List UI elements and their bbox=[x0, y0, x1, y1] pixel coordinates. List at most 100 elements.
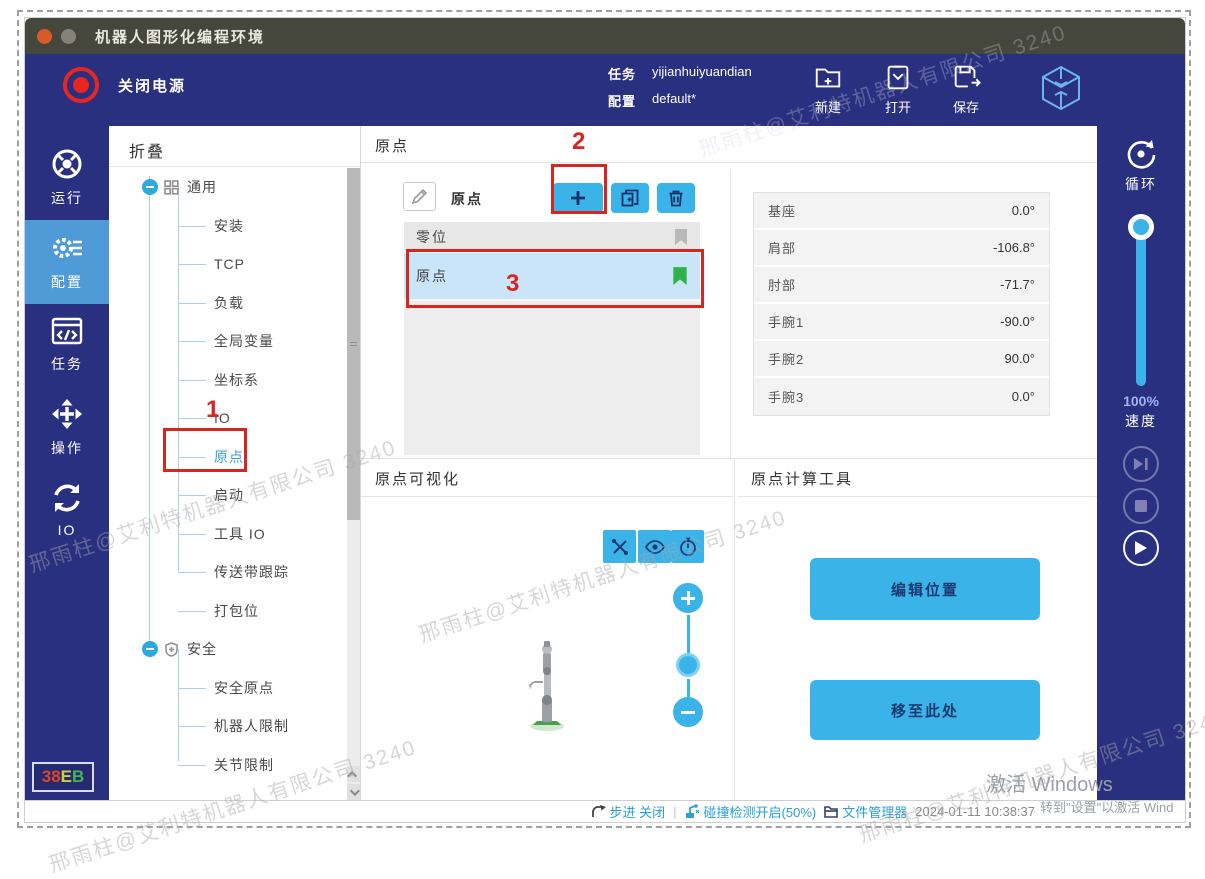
open-label: 打开 bbox=[885, 97, 911, 116]
bookmark-icon[interactable] bbox=[674, 228, 688, 246]
minimize-icon[interactable] bbox=[61, 29, 76, 44]
speed-slider-handle[interactable] bbox=[1128, 214, 1154, 240]
header: 关闭电源 任务 yijianhuiyuandian 配置 default* 新建… bbox=[25, 54, 1185, 126]
tree-item-global-vars[interactable]: 全局变量 bbox=[109, 322, 344, 361]
table-row: 肩部-106.8° bbox=[754, 230, 1049, 267]
zoom-in-button[interactable] bbox=[673, 583, 703, 613]
stop-button[interactable] bbox=[1123, 488, 1159, 524]
close-icon[interactable] bbox=[37, 29, 52, 44]
right-rail: 循环 100% 速度 bbox=[1097, 126, 1185, 800]
tree-item-robot-limits[interactable]: 机器人限制 bbox=[109, 707, 344, 746]
power-label: 关闭电源 bbox=[118, 75, 186, 96]
zoom-slider-handle[interactable] bbox=[676, 653, 700, 677]
body: 运行 配置 任务 bbox=[25, 126, 1185, 800]
zoom-slider-track[interactable] bbox=[687, 679, 690, 697]
eye-icon bbox=[645, 540, 665, 554]
edit-pencil-icon bbox=[411, 188, 428, 205]
table-row: 手腕30.0° bbox=[754, 378, 1049, 415]
divider bbox=[361, 162, 1097, 163]
add-origin-button[interactable] bbox=[553, 183, 603, 213]
bookmark-icon-active[interactable] bbox=[672, 266, 688, 286]
rename-origin-button[interactable] bbox=[403, 182, 436, 211]
zoom-out-button[interactable] bbox=[673, 697, 703, 727]
status-badge: 38EB bbox=[32, 762, 94, 792]
nav-item-run[interactable]: 运行 bbox=[25, 136, 109, 220]
origin-list-item-origin[interactable]: 原点 bbox=[404, 253, 700, 301]
open-icon bbox=[883, 62, 913, 92]
delete-origin-button[interactable] bbox=[657, 183, 695, 213]
nav-label-run: 运行 bbox=[51, 188, 83, 208]
scrollbar-thumb[interactable] bbox=[347, 168, 360, 520]
tree-item-tool-io[interactable]: 工具 IO bbox=[109, 515, 344, 554]
step-mode-status[interactable]: 步进 关闭 bbox=[591, 802, 666, 821]
nav-label-operate: 操作 bbox=[51, 438, 83, 458]
edit-position-button[interactable]: 编辑位置 bbox=[810, 558, 1040, 620]
tree-item-tcp[interactable]: TCP bbox=[109, 245, 344, 284]
tree-item-coords[interactable]: 坐标系 bbox=[109, 361, 344, 400]
tree-item-install[interactable]: 安装 bbox=[109, 207, 344, 246]
tree-item-conveyor[interactable]: 传送带跟踪 bbox=[109, 553, 344, 592]
io-icon bbox=[49, 480, 85, 516]
tree-item-startup[interactable]: 启动 bbox=[109, 476, 344, 515]
save-button[interactable]: 保存 bbox=[931, 62, 1001, 116]
nav-item-task[interactable]: 任务 bbox=[25, 304, 109, 386]
power-button[interactable]: 关闭电源 bbox=[60, 64, 186, 106]
tree-group-general[interactable]: 通用 bbox=[109, 168, 344, 207]
open-button[interactable]: 打开 bbox=[863, 62, 933, 116]
reset-view-button[interactable] bbox=[671, 530, 704, 563]
view-tools-button[interactable] bbox=[603, 530, 636, 563]
file-manager-button[interactable]: 文件管理器 bbox=[824, 802, 907, 821]
duplicate-origin-button[interactable] bbox=[611, 183, 649, 213]
main-content: 原点 原点 bbox=[361, 126, 1097, 800]
run-icon bbox=[49, 146, 85, 182]
tree-item-pack-pos[interactable]: 打包位 bbox=[109, 592, 344, 631]
move-here-button[interactable]: 移至此处 bbox=[810, 680, 1040, 740]
tree-group-label: 通用 bbox=[187, 177, 217, 197]
collision-icon bbox=[685, 804, 700, 819]
nav-item-operate[interactable]: 操作 bbox=[25, 386, 109, 470]
plus-icon bbox=[569, 189, 587, 207]
speed-label: 速度 bbox=[1097, 411, 1185, 431]
nav-item-config[interactable]: 配置 bbox=[25, 220, 109, 304]
loop-label: 循环 bbox=[1097, 174, 1185, 194]
nav-label-config: 配置 bbox=[51, 272, 83, 292]
collapse-toggle-icon[interactable] bbox=[142, 641, 158, 657]
task-label: 任务 bbox=[608, 64, 652, 83]
skip-icon bbox=[1133, 457, 1149, 471]
config-icon bbox=[49, 230, 85, 266]
table-row: 基座0.0° bbox=[754, 193, 1049, 230]
nav-item-io[interactable]: IO bbox=[25, 470, 109, 550]
play-button[interactable] bbox=[1123, 530, 1159, 566]
new-button[interactable]: 新建 bbox=[793, 62, 863, 116]
collision-status[interactable]: 碰撞检测开启(50%) bbox=[685, 802, 817, 821]
tree-group-safety[interactable]: 安全 bbox=[109, 630, 344, 669]
speed-slider-track[interactable] bbox=[1136, 222, 1146, 386]
speed-value: 100% bbox=[1097, 393, 1185, 409]
duplicate-icon bbox=[621, 189, 639, 207]
tree-item-safe-origin[interactable]: 安全原点 bbox=[109, 669, 344, 708]
zoom-slider-track[interactable] bbox=[687, 615, 690, 655]
tree-scrollbar[interactable] bbox=[347, 168, 360, 800]
visibility-button[interactable] bbox=[638, 530, 671, 563]
origin-list: 零位 原点 bbox=[404, 222, 700, 455]
left-nav-rail: 运行 配置 任务 bbox=[25, 126, 109, 800]
tree-item-joint-limits[interactable]: 关节限制 bbox=[109, 746, 344, 785]
tree-title: 折叠 bbox=[109, 126, 360, 170]
scroll-down-icon[interactable] bbox=[347, 784, 360, 800]
tree-item-io[interactable]: IO bbox=[109, 399, 344, 438]
divider: | bbox=[673, 804, 676, 819]
new-icon bbox=[813, 62, 843, 92]
divider bbox=[109, 166, 360, 167]
origin-list-item-zero[interactable]: 零位 bbox=[404, 222, 700, 253]
collapse-toggle-icon[interactable] bbox=[142, 179, 158, 195]
table-row: 肘部-71.7° bbox=[754, 267, 1049, 304]
scroll-up-icon[interactable] bbox=[347, 766, 360, 782]
step-icon bbox=[591, 805, 606, 818]
titlebar: 机器人图形化编程环境 bbox=[25, 18, 1185, 54]
power-icon bbox=[60, 64, 102, 106]
step-forward-button[interactable] bbox=[1123, 446, 1159, 482]
tree-item-payload[interactable]: 负载 bbox=[109, 284, 344, 323]
loop-icon[interactable] bbox=[1123, 136, 1159, 172]
config-tree-panel: 折叠 通用 安装 TCP 负载 全局变量 坐标系 IO 原点 bbox=[109, 126, 361, 800]
tree-item-origin[interactable]: 原点 bbox=[109, 438, 344, 477]
